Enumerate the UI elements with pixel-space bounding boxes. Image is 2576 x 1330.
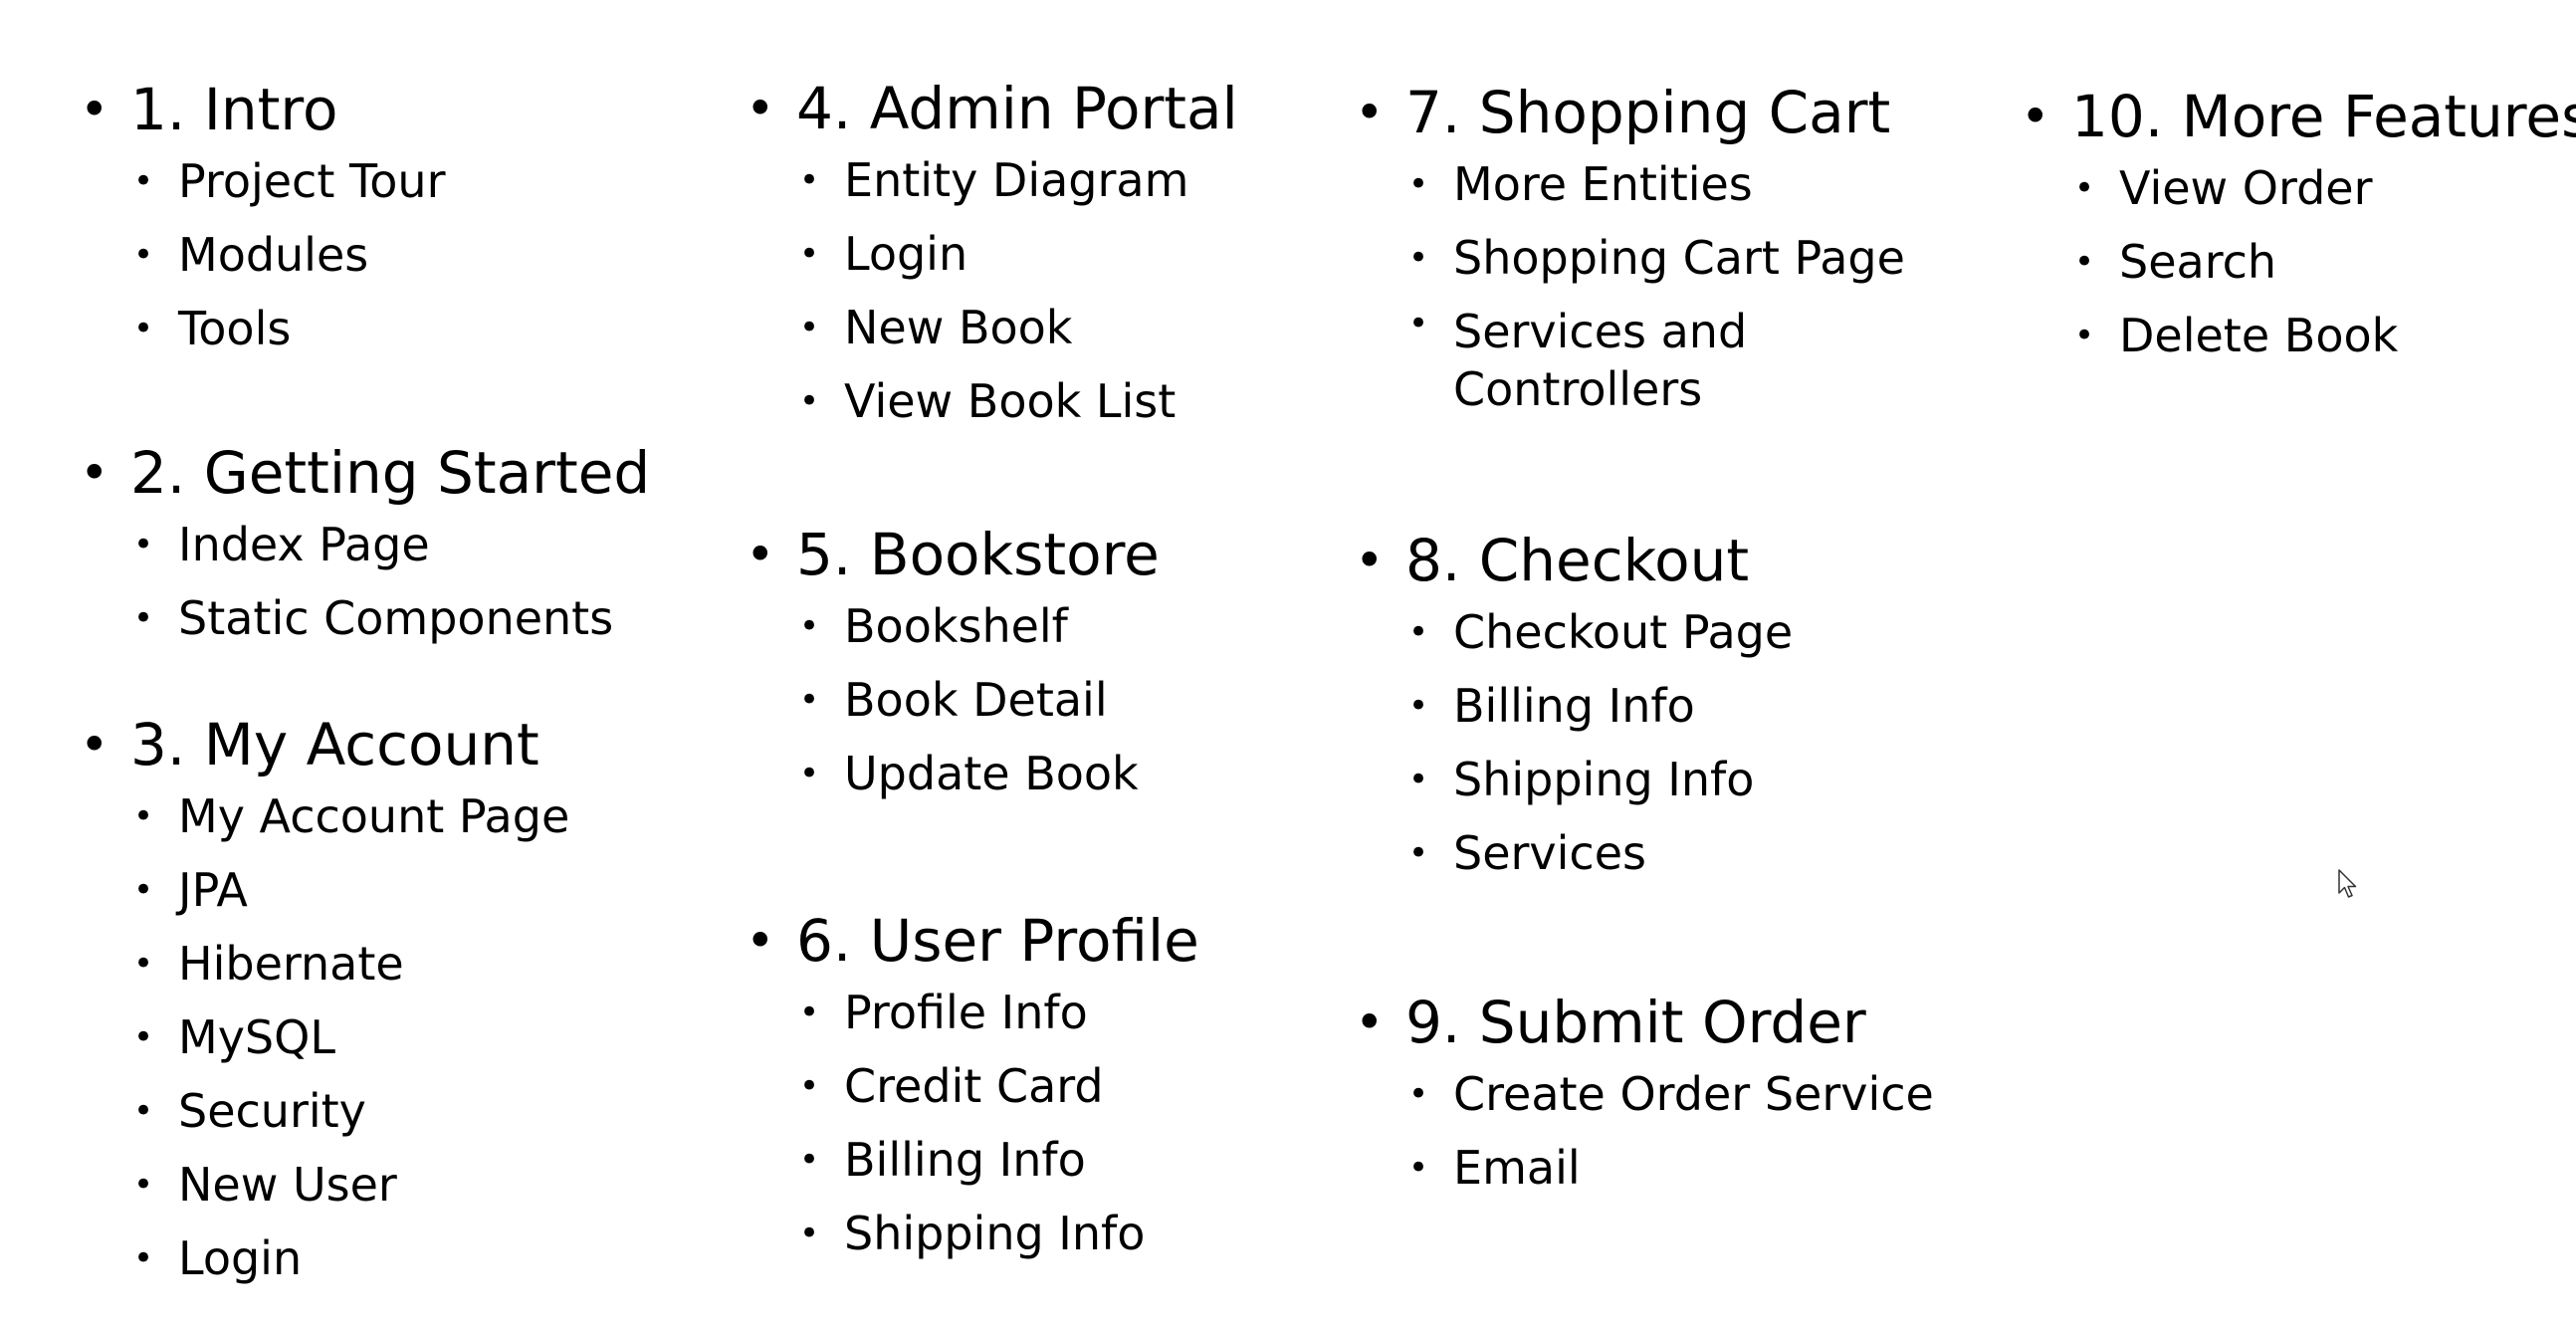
list-item: Shopping Cart Page (1408, 221, 1905, 295)
list-item: Security (133, 1074, 569, 1148)
list-item: Index Page (133, 508, 650, 581)
section-items: Checkout Page Billing Info Shipping Info… (1355, 595, 1793, 890)
list-item: View Order (2074, 151, 2576, 225)
list-item: Shipping Info (1408, 743, 1793, 816)
section-my-account: 3. My Account My Account Page JPA Hibern… (80, 710, 569, 1295)
section-getting-started: 2. Getting Started Index Page Static Com… (80, 438, 650, 655)
list-item: View Book List (799, 364, 1238, 438)
list-item: Update Book (799, 737, 1160, 810)
section-title: 3. My Account (80, 710, 569, 779)
list-item: My Account Page (133, 779, 569, 853)
section-items: Index Page Static Components (80, 508, 650, 655)
list-item: Billing Info (799, 1123, 1199, 1197)
section-items: More Entities Shopping Cart Page Service… (1355, 147, 1905, 426)
section-items: View Order Search Delete Book (2021, 151, 2576, 372)
list-item: Credit Card (799, 1049, 1199, 1123)
course-outline-slide: 1. Intro Project Tour Modules Tools 2. G… (0, 0, 2576, 1330)
list-item: Hibernate (133, 927, 569, 1000)
section-shopping-cart: 7. Shopping Cart More Entities Shopping … (1355, 78, 1905, 426)
list-item: JPA (133, 853, 569, 927)
list-item: Checkout Page (1408, 595, 1793, 669)
section-user-profile: 6. User Profile Profile Info Credit Card… (746, 906, 1199, 1270)
list-item: Profile Info (799, 976, 1199, 1049)
list-item: Tools (133, 292, 446, 365)
section-items: Project Tour Modules Tools (80, 144, 446, 365)
section-title: 10. More Features (2021, 82, 2576, 151)
section-items: Bookshelf Book Detail Update Book (746, 589, 1160, 810)
section-title: 8. Checkout (1355, 526, 1793, 595)
list-item: Shipping Info (799, 1197, 1199, 1270)
list-item: Book Detail (799, 663, 1160, 737)
section-intro: 1. Intro Project Tour Modules Tools (80, 75, 446, 365)
section-title: 1. Intro (80, 75, 446, 144)
section-more-features: 10. More Features View Order Search Dele… (2021, 82, 2576, 372)
section-items: Profile Info Credit Card Billing Info Sh… (746, 976, 1199, 1270)
section-title: 4. Admin Portal (746, 74, 1238, 143)
section-title: 5. Bookstore (746, 520, 1160, 589)
section-items: My Account Page JPA Hibernate MySQL Secu… (80, 779, 569, 1295)
list-item: Billing Info (1408, 669, 1793, 743)
section-admin-portal: 4. Admin Portal Entity Diagram Login New… (746, 74, 1238, 438)
list-item: New Book (799, 291, 1238, 364)
list-item: Create Order Service (1408, 1057, 1934, 1131)
section-checkout: 8. Checkout Checkout Page Billing Info S… (1355, 526, 1793, 890)
list-item: New User (133, 1148, 569, 1221)
list-item: Delete Book (2074, 299, 2576, 372)
list-item: MySQL (133, 1000, 569, 1074)
mouse-pointer-icon (2338, 869, 2357, 898)
list-item: More Entities (1408, 147, 1905, 221)
list-item: Static Components (133, 581, 650, 655)
section-title: 9. Submit Order (1355, 988, 1934, 1057)
list-item: Login (133, 1221, 569, 1295)
section-items: Entity Diagram Login New Book View Book … (746, 143, 1238, 438)
list-item: Search (2074, 225, 2576, 299)
list-item: Modules (133, 218, 446, 292)
section-title: 7. Shopping Cart (1355, 78, 1905, 147)
list-item: Services and Controllers (1408, 295, 1871, 426)
list-item: Bookshelf (799, 589, 1160, 663)
section-bookstore: 5. Bookstore Bookshelf Book Detail Updat… (746, 520, 1160, 810)
list-item: Entity Diagram (799, 143, 1238, 217)
section-title: 6. User Profile (746, 906, 1199, 976)
section-title: 2. Getting Started (80, 438, 650, 508)
section-items: Create Order Service Email (1355, 1057, 1934, 1205)
section-submit-order: 9. Submit Order Create Order Service Ema… (1355, 988, 1934, 1205)
list-item: Email (1408, 1131, 1934, 1205)
list-item: Services (1408, 816, 1793, 890)
list-item: Project Tour (133, 144, 445, 218)
list-item: Login (799, 217, 1238, 291)
